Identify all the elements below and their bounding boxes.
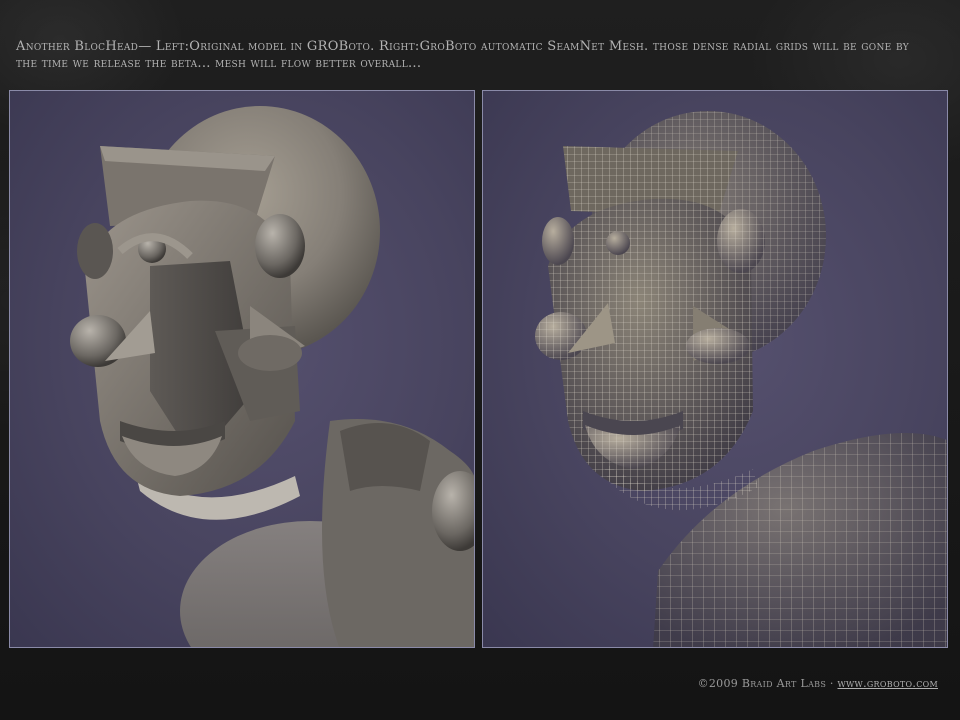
wireframe-blochead-render xyxy=(535,111,947,647)
copyright-text: ©2009 Braid Art Labs · xyxy=(697,677,834,690)
copyright-footer: ©2009 Braid Art Labs · www.groboto.com xyxy=(698,677,938,690)
website-link[interactable]: www.groboto.com xyxy=(838,677,939,690)
image-caption: Another BlocHead— Left:Original model in… xyxy=(16,39,909,71)
left-render-panel xyxy=(9,90,475,648)
shaded-blochead-render xyxy=(70,106,474,647)
right-render-panel xyxy=(482,90,948,648)
